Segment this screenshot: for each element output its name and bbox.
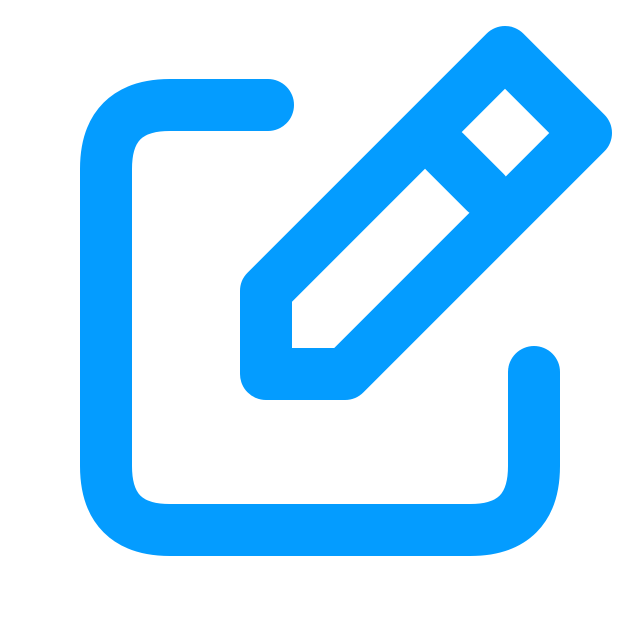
pencil-icon xyxy=(240,26,612,400)
pencil-cap-line-icon xyxy=(419,126,511,218)
edit-icon[interactable] xyxy=(0,0,640,640)
icon-canvas xyxy=(0,0,640,640)
